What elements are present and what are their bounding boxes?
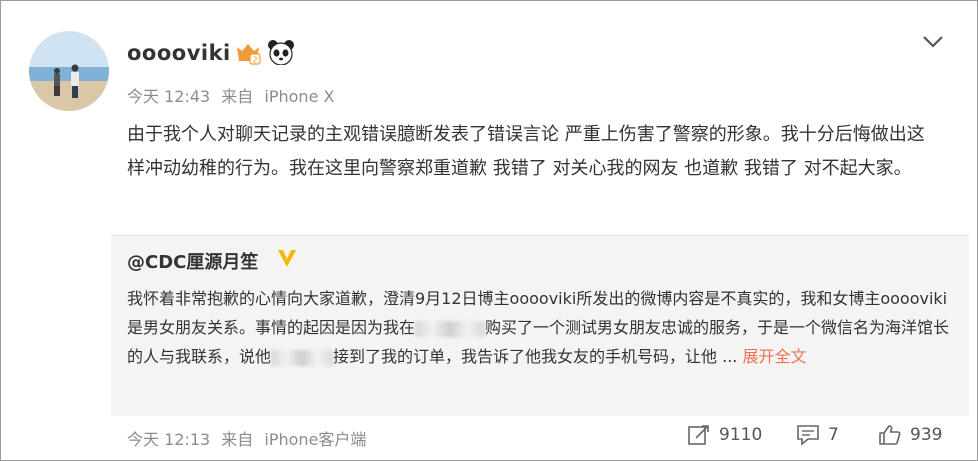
repost-source-prefix: 来自: [221, 430, 254, 449]
repost-source: iPhone客户端: [264, 430, 367, 449]
expand-full-text-link[interactable]: 展开全文: [742, 347, 806, 366]
vip-badge-icon[interactable]: 2: [235, 41, 261, 65]
like-icon: [879, 425, 901, 445]
post-time[interactable]: 今天 12:43: [127, 87, 210, 106]
repost-time[interactable]: 今天 12:13: [127, 430, 210, 449]
panda-badge-icon[interactable]: [267, 39, 295, 65]
repost-ellipsis: ...: [722, 347, 738, 366]
comment-button[interactable]: 7: [796, 424, 839, 446]
repost-author[interactable]: @CDC厘源月笙: [127, 248, 258, 274]
avatar-beach-photo: [29, 31, 109, 111]
chevron-down-icon[interactable]: [919, 31, 947, 51]
comment-icon: [797, 425, 819, 446]
repost-text-part3: 接到了我的订单，我告诉了他我女友的手机号码，让他: [333, 347, 718, 366]
svg-text:2: 2: [252, 56, 257, 65]
username[interactable]: ooooviki: [127, 41, 231, 65]
post-source: iPhone X: [264, 87, 335, 106]
redacted-blur: [415, 320, 486, 337]
repost-footer-meta: 今天 12:13 来自 iPhone客户端: [127, 426, 372, 450]
redacted-blur: [271, 349, 334, 366]
post-meta: 今天 12:43 来自 iPhone X: [127, 83, 340, 107]
repost-container[interactable]: @CDC厘源月笙 我怀着非常抱歉的心情向大家道歉，澄清9月12日博主oooovi…: [111, 235, 969, 416]
avatar[interactable]: [29, 31, 109, 111]
post-source-prefix: 来自: [221, 87, 254, 106]
repost-text: 我怀着非常抱歉的心情向大家道歉，澄清9月12日博主ooooviki所发出的微博内…: [127, 284, 957, 371]
verified-v-icon: [278, 250, 296, 267]
weibo-post-card: ooooviki 2 今天 12:43 来自 iPhone X 由于我个人对聊天…: [0, 0, 978, 461]
like-count: 939: [910, 425, 943, 445]
repost-count: 9110: [719, 425, 763, 445]
comment-count: 7: [828, 425, 839, 445]
like-button[interactable]: 939: [878, 424, 942, 446]
repost-icon: [688, 425, 709, 445]
post-text: 由于我个人对聊天记录的主观错误臆断发表了错误言论 严重上伤害了警察的形象。我十分…: [127, 124, 925, 179]
repost-button[interactable]: 9110: [687, 424, 762, 446]
